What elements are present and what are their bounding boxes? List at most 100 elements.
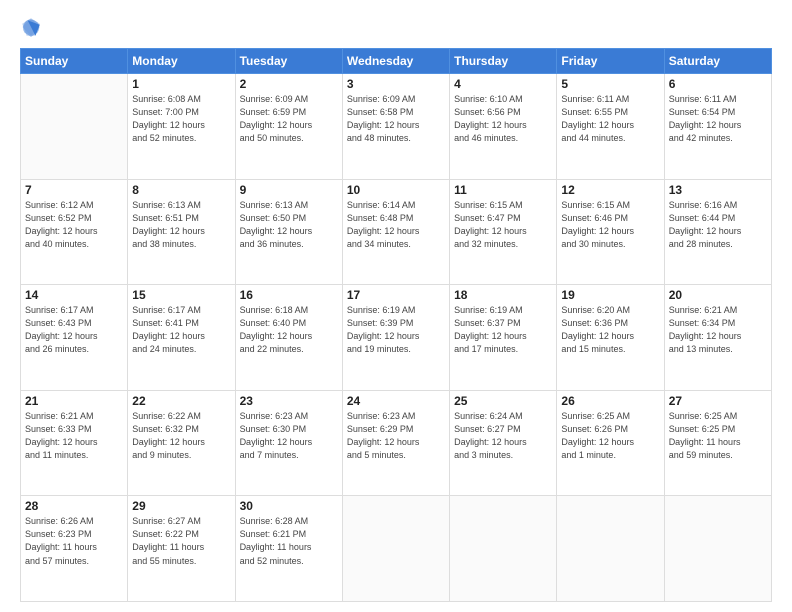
day-number: 25 (454, 394, 552, 408)
calendar-cell: 16Sunrise: 6:18 AM Sunset: 6:40 PM Dayli… (235, 285, 342, 391)
day-info: Sunrise: 6:09 AM Sunset: 6:59 PM Dayligh… (240, 93, 338, 145)
day-info: Sunrise: 6:20 AM Sunset: 6:36 PM Dayligh… (561, 304, 659, 356)
day-info: Sunrise: 6:21 AM Sunset: 6:34 PM Dayligh… (669, 304, 767, 356)
day-info: Sunrise: 6:25 AM Sunset: 6:25 PM Dayligh… (669, 410, 767, 462)
weekday-header-tuesday: Tuesday (235, 49, 342, 74)
calendar-cell: 19 Sunrise: 6:20 AM Sunset: 6:36 PM Dayli… (557, 285, 664, 391)
day-info: Sunrise: 6:17 AM Sunset: 6:43 PM Dayligh… (25, 304, 123, 356)
calendar-cell: 2 Sunrise: 6:09 AM Sunset: 6:59 PM Daylig… (235, 74, 342, 180)
day-info: Sunrise: 6:14 AM Sunset: 6:48 PM Dayligh… (347, 199, 445, 251)
calendar-cell (557, 496, 664, 602)
day-number: 10 (347, 183, 445, 197)
week-row-4: 21 Sunrise: 6:21 AM Sunset: 6:33 PM Dayli… (21, 390, 772, 496)
weekday-header-thursday: Thursday (450, 49, 557, 74)
calendar-cell: 18 Sunrise: 6:19 AM Sunset: 6:37 PM Dayli… (450, 285, 557, 391)
calendar-cell: 26Sunrise: 6:25 AM Sunset: 6:26 PM Dayli… (557, 390, 664, 496)
week-row-1: 1 Sunrise: 6:08 AM Sunset: 7:00 PM Daylig… (21, 74, 772, 180)
week-row-2: 7Sunrise: 6:12 AM Sunset: 6:52 PM Daylig… (21, 179, 772, 285)
day-number: 2 (240, 77, 338, 91)
day-info: Sunrise: 6:11 AM Sunset: 6:54 PM Dayligh… (669, 93, 767, 145)
calendar-cell: 27 Sunrise: 6:25 AM Sunset: 6:25 PM Dayli… (664, 390, 771, 496)
day-number: 1 (132, 77, 230, 91)
day-info: Sunrise: 6:18 AM Sunset: 6:40 PM Dayligh… (240, 304, 338, 356)
week-row-5: 28 Sunrise: 6:26 AM Sunset: 6:23 PM Dayli… (21, 496, 772, 602)
calendar-cell: 1 Sunrise: 6:08 AM Sunset: 7:00 PM Daylig… (128, 74, 235, 180)
weekday-header-friday: Friday (557, 49, 664, 74)
day-info: Sunrise: 6:09 AM Sunset: 6:58 PM Dayligh… (347, 93, 445, 145)
calendar-cell: 12 Sunrise: 6:15 AM Sunset: 6:46 PM Dayli… (557, 179, 664, 285)
logo (20, 16, 46, 38)
day-number: 30 (240, 499, 338, 513)
day-info: Sunrise: 6:15 AM Sunset: 6:47 PM Dayligh… (454, 199, 552, 251)
day-info: Sunrise: 6:11 AM Sunset: 6:55 PM Dayligh… (561, 93, 659, 145)
day-info: Sunrise: 6:26 AM Sunset: 6:23 PM Dayligh… (25, 515, 123, 567)
day-number: 20 (669, 288, 767, 302)
calendar-cell: 9Sunrise: 6:13 AM Sunset: 6:50 PM Daylig… (235, 179, 342, 285)
day-number: 17 (347, 288, 445, 302)
day-number: 3 (347, 77, 445, 91)
day-number: 4 (454, 77, 552, 91)
day-info: Sunrise: 6:23 AM Sunset: 6:29 PM Dayligh… (347, 410, 445, 462)
day-number: 29 (132, 499, 230, 513)
day-info: Sunrise: 6:19 AM Sunset: 6:39 PM Dayligh… (347, 304, 445, 356)
day-number: 27 (669, 394, 767, 408)
day-info: Sunrise: 6:08 AM Sunset: 7:00 PM Dayligh… (132, 93, 230, 145)
calendar-cell (664, 496, 771, 602)
logo-icon (20, 16, 42, 38)
day-number: 18 (454, 288, 552, 302)
calendar-cell: 21 Sunrise: 6:21 AM Sunset: 6:33 PM Dayli… (21, 390, 128, 496)
day-number: 9 (240, 183, 338, 197)
calendar-cell: 8 Sunrise: 6:13 AM Sunset: 6:51 PM Daylig… (128, 179, 235, 285)
weekday-header-saturday: Saturday (664, 49, 771, 74)
day-number: 23 (240, 394, 338, 408)
day-info: Sunrise: 6:24 AM Sunset: 6:27 PM Dayligh… (454, 410, 552, 462)
day-info: Sunrise: 6:10 AM Sunset: 6:56 PM Dayligh… (454, 93, 552, 145)
calendar-cell (21, 74, 128, 180)
calendar-cell: 3 Sunrise: 6:09 AM Sunset: 6:58 PM Daylig… (342, 74, 449, 180)
calendar-cell: 10 Sunrise: 6:14 AM Sunset: 6:48 PM Dayli… (342, 179, 449, 285)
day-number: 28 (25, 499, 123, 513)
day-number: 6 (669, 77, 767, 91)
day-info: Sunrise: 6:21 AM Sunset: 6:33 PM Dayligh… (25, 410, 123, 462)
calendar-cell: 28 Sunrise: 6:26 AM Sunset: 6:23 PM Dayli… (21, 496, 128, 602)
weekday-header-monday: Monday (128, 49, 235, 74)
calendar-cell: 25 Sunrise: 6:24 AM Sunset: 6:27 PM Dayli… (450, 390, 557, 496)
day-info: Sunrise: 6:27 AM Sunset: 6:22 PM Dayligh… (132, 515, 230, 567)
calendar-cell: 7Sunrise: 6:12 AM Sunset: 6:52 PM Daylig… (21, 179, 128, 285)
day-info: Sunrise: 6:19 AM Sunset: 6:37 PM Dayligh… (454, 304, 552, 356)
calendar-cell: 14 Sunrise: 6:17 AM Sunset: 6:43 PM Dayli… (21, 285, 128, 391)
page: SundayMondayTuesdayWednesdayThursdayFrid… (0, 0, 792, 612)
day-info: Sunrise: 6:12 AM Sunset: 6:52 PM Dayligh… (25, 199, 123, 251)
day-number: 8 (132, 183, 230, 197)
calendar-cell: 20 Sunrise: 6:21 AM Sunset: 6:34 PM Dayli… (664, 285, 771, 391)
day-info: Sunrise: 6:23 AM Sunset: 6:30 PM Dayligh… (240, 410, 338, 462)
calendar-cell: 30Sunrise: 6:28 AM Sunset: 6:21 PM Dayli… (235, 496, 342, 602)
calendar-cell (450, 496, 557, 602)
day-number: 11 (454, 183, 552, 197)
calendar-cell: 11 Sunrise: 6:15 AM Sunset: 6:47 PM Dayli… (450, 179, 557, 285)
day-info: Sunrise: 6:13 AM Sunset: 6:51 PM Dayligh… (132, 199, 230, 251)
weekday-header-sunday: Sunday (21, 49, 128, 74)
day-info: Sunrise: 6:17 AM Sunset: 6:41 PM Dayligh… (132, 304, 230, 356)
day-number: 21 (25, 394, 123, 408)
weekday-header-row: SundayMondayTuesdayWednesdayThursdayFrid… (21, 49, 772, 74)
day-info: Sunrise: 6:22 AM Sunset: 6:32 PM Dayligh… (132, 410, 230, 462)
day-number: 5 (561, 77, 659, 91)
calendar-cell: 24 Sunrise: 6:23 AM Sunset: 6:29 PM Dayli… (342, 390, 449, 496)
calendar-cell: 13Sunrise: 6:16 AM Sunset: 6:44 PM Dayli… (664, 179, 771, 285)
header (20, 16, 772, 38)
calendar-cell: 29 Sunrise: 6:27 AM Sunset: 6:22 PM Dayli… (128, 496, 235, 602)
calendar-cell: 6 Sunrise: 6:11 AM Sunset: 6:54 PM Daylig… (664, 74, 771, 180)
calendar-cell: 4 Sunrise: 6:10 AM Sunset: 6:56 PM Daylig… (450, 74, 557, 180)
day-number: 14 (25, 288, 123, 302)
calendar-cell: 22Sunrise: 6:22 AM Sunset: 6:32 PM Dayli… (128, 390, 235, 496)
calendar-cell: 15 Sunrise: 6:17 AM Sunset: 6:41 PM Dayli… (128, 285, 235, 391)
day-number: 26 (561, 394, 659, 408)
day-number: 19 (561, 288, 659, 302)
day-number: 24 (347, 394, 445, 408)
day-number: 15 (132, 288, 230, 302)
day-info: Sunrise: 6:15 AM Sunset: 6:46 PM Dayligh… (561, 199, 659, 251)
day-info: Sunrise: 6:16 AM Sunset: 6:44 PM Dayligh… (669, 199, 767, 251)
calendar-cell (342, 496, 449, 602)
day-number: 12 (561, 183, 659, 197)
